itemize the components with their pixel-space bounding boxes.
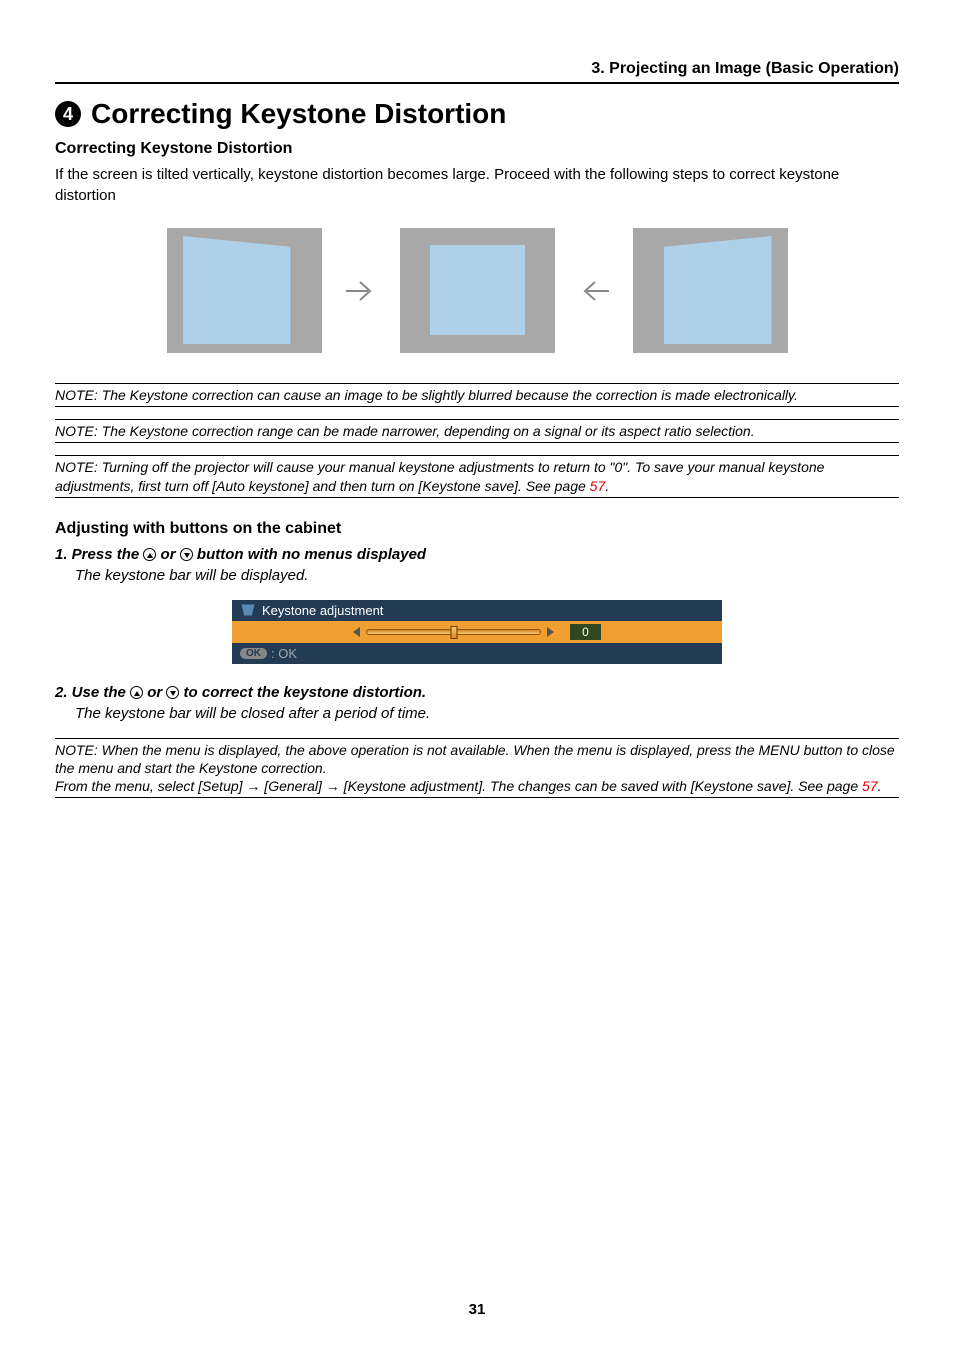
note-4-b1: From the menu, select [Setup]	[55, 778, 246, 794]
step-1-desc: The keystone bar will be displayed.	[75, 567, 899, 584]
ok-pill-icon: OK	[240, 648, 267, 659]
step-1-b: button with no menus displayed	[193, 546, 426, 563]
page-link-57a[interactable]: 57	[590, 478, 606, 494]
keystone-label: Keystone adjustment	[262, 603, 383, 618]
body-text: If the screen is tilted vertically, keys…	[55, 164, 899, 206]
step-1-mid: or	[156, 546, 179, 563]
page-link-57b[interactable]: 57	[862, 778, 878, 794]
keystone-diagram	[55, 228, 899, 353]
sub-heading-2: Adjusting with buttons on the cabinet	[55, 520, 899, 538]
note-4-line2: From the menu, select [Setup] → [General…	[55, 777, 899, 795]
arrow-right-icon	[344, 276, 378, 306]
slider-left-icon	[353, 627, 360, 637]
section-header: 3. Projecting an Image (Basic Operation)	[55, 60, 899, 84]
up-button-icon-2	[130, 686, 143, 699]
arrow-icon-2: →	[326, 778, 340, 794]
note-2: NOTE: The Keystone correction range can …	[55, 419, 899, 443]
step-2-desc: The keystone bar will be closed after a …	[75, 705, 899, 722]
keystone-ui-header: Keystone adjustment	[232, 600, 722, 621]
ok-label: : OK	[271, 646, 297, 661]
step-1: 1. Press the or button with no menus dis…	[55, 546, 899, 563]
trapezoid-left-icon	[183, 236, 291, 344]
note-1: NOTE: The Keystone correction can cause …	[55, 383, 899, 407]
note-3-text-a: NOTE: Turning off the projector will cau…	[55, 459, 824, 493]
trapezoid-right-icon	[664, 236, 772, 344]
square-center-icon	[430, 245, 525, 335]
note-4-b3: [Keystone adjustment]. The changes can b…	[340, 778, 862, 794]
diagram-box-left	[167, 228, 322, 353]
diagram-box-center	[400, 228, 555, 353]
keystone-adjustment-ui: Keystone adjustment 0 OK : OK	[232, 600, 722, 664]
note-3: NOTE: Turning off the projector will cau…	[55, 455, 899, 497]
title-number-icon: 4	[55, 101, 81, 127]
step-2-mid: or	[143, 684, 166, 701]
sub-heading-1: Correcting Keystone Distortion	[55, 140, 899, 158]
page-number: 31	[0, 1301, 954, 1318]
up-button-icon	[143, 548, 156, 561]
main-title: 4 Correcting Keystone Distortion	[55, 98, 899, 130]
main-title-text: Correcting Keystone Distortion	[91, 98, 506, 130]
step-1-a: 1. Press the	[55, 546, 143, 563]
down-button-icon-2	[166, 686, 179, 699]
note-4-b4: .	[878, 778, 882, 794]
keystone-shape-icon	[240, 603, 256, 617]
note-4-line1: NOTE: When the menu is displayed, the ab…	[55, 741, 899, 777]
slider-value: 0	[570, 624, 601, 640]
slider-handle	[450, 626, 457, 639]
note-4: NOTE: When the menu is displayed, the ab…	[55, 738, 899, 799]
keystone-slider-row: 0	[232, 621, 722, 643]
note-4-b2: [General]	[260, 778, 325, 794]
slider-track	[366, 629, 541, 635]
slider-right-icon	[547, 627, 554, 637]
diagram-box-right	[633, 228, 788, 353]
note-3-text-b: .	[605, 478, 609, 494]
step-2: 2. Use the or to correct the keystone di…	[55, 684, 899, 701]
down-button-icon	[180, 548, 193, 561]
keystone-ui-footer: OK : OK	[232, 643, 722, 664]
step-2-a: 2. Use the	[55, 684, 130, 701]
arrow-icon: →	[246, 778, 260, 794]
step-2-b: to correct the keystone distortion.	[179, 684, 426, 701]
arrow-left-icon	[577, 276, 611, 306]
